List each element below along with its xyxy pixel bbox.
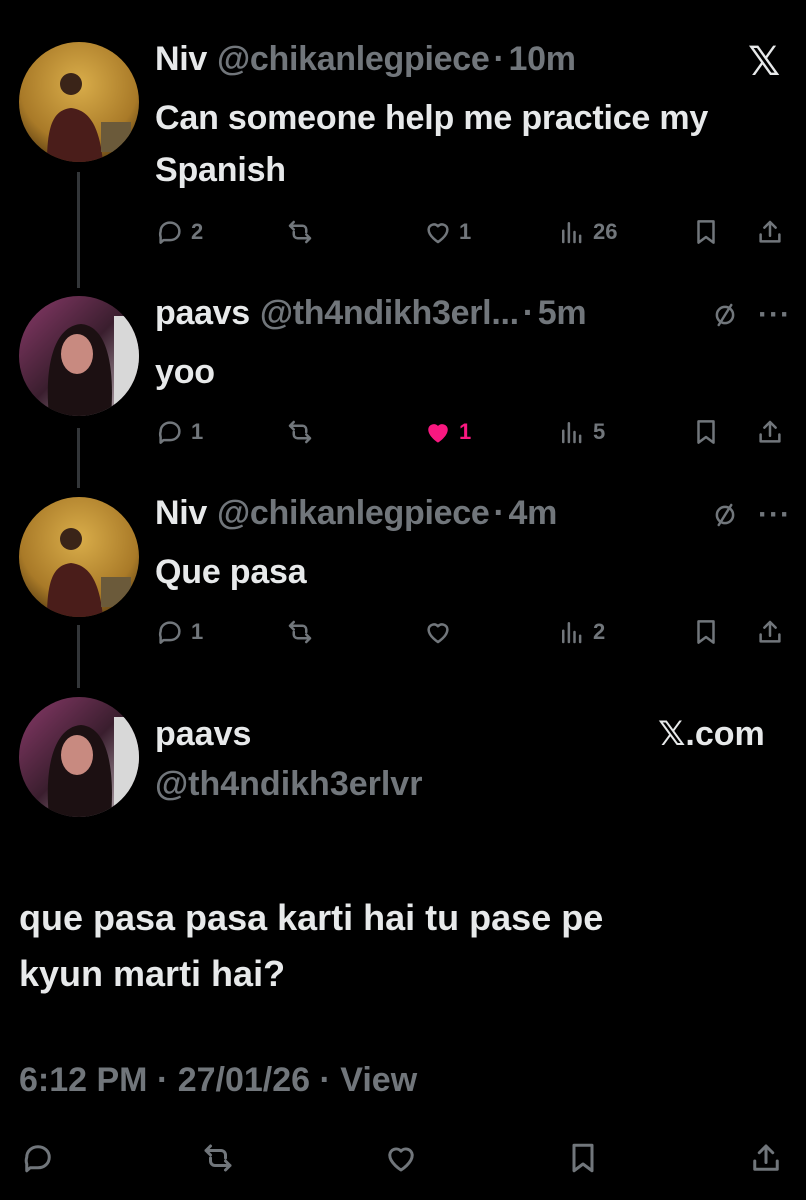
reply-icon bbox=[24, 1145, 51, 1173]
tweet-actions: 2 1 26 bbox=[155, 212, 795, 252]
views-button[interactable]: 2 bbox=[557, 612, 605, 652]
separator-dot: · bbox=[522, 294, 534, 332]
like-count: 1 bbox=[459, 419, 472, 444]
tweet-header: Niv @chikanlegpiece · 4m bbox=[155, 494, 557, 538]
repost-button[interactable] bbox=[285, 412, 315, 452]
author-name[interactable]: paavs bbox=[155, 712, 251, 756]
repost-button[interactable] bbox=[285, 612, 315, 652]
reply-button[interactable]: 2 bbox=[155, 212, 203, 252]
repost-icon bbox=[288, 220, 312, 244]
thread-line bbox=[77, 428, 80, 488]
tweet-text: que pasa pasa karti hai tu pase pe kyun … bbox=[19, 890, 789, 1002]
author-handle[interactable]: @chikanlegpiece bbox=[217, 494, 490, 533]
bookmark-icon bbox=[697, 420, 715, 444]
repost-button[interactable] bbox=[200, 1140, 236, 1181]
author-name[interactable]: paavs bbox=[155, 294, 250, 333]
tweet-text: yoo bbox=[155, 353, 215, 391]
tweet-header: paavs @th4ndikh3erl... · 5m bbox=[155, 294, 587, 338]
views-button[interactable]: 5 bbox=[557, 412, 605, 452]
source-label: 𝕏.com bbox=[658, 715, 765, 753]
thread-line bbox=[77, 172, 80, 288]
like-icon bbox=[427, 223, 449, 244]
separator-dot: · bbox=[493, 40, 505, 78]
share-icon bbox=[759, 220, 781, 243]
views-count: 5 bbox=[593, 419, 606, 444]
avatar[interactable] bbox=[19, 296, 139, 416]
like-icon bbox=[427, 623, 449, 644]
repost-button[interactable] bbox=[285, 212, 315, 252]
bookmark-icon bbox=[697, 220, 715, 244]
share-button[interactable] bbox=[748, 1140, 784, 1181]
views-icon bbox=[562, 222, 582, 244]
reply-icon bbox=[158, 421, 181, 444]
reply-button[interactable]: 1 bbox=[155, 412, 203, 452]
views-count: 2 bbox=[593, 619, 606, 644]
tweet-meta: 6:12 PM · 27/01/26 · View bbox=[19, 1061, 418, 1099]
avatar[interactable] bbox=[19, 497, 139, 617]
tweet-text-line: kyun marti hai? bbox=[19, 953, 286, 994]
reply-count: 2 bbox=[191, 219, 204, 244]
avatar[interactable] bbox=[19, 42, 139, 162]
like-button[interactable] bbox=[383, 1140, 419, 1181]
views-button[interactable]: 26 bbox=[557, 212, 617, 252]
author-handle[interactable]: @th4ndikh3erlvr bbox=[155, 762, 422, 806]
tweet-actions: 1 2 bbox=[155, 612, 795, 652]
bookmark-icon bbox=[572, 1143, 594, 1173]
author-name[interactable]: Niv bbox=[155, 494, 207, 533]
author-handle[interactable]: @th4ndikh3erl... bbox=[260, 294, 519, 333]
bookmark-icon bbox=[697, 620, 715, 644]
reply-icon bbox=[158, 221, 181, 244]
share-icon bbox=[753, 1144, 779, 1171]
like-button[interactable]: 1 bbox=[423, 212, 471, 252]
thread-line bbox=[77, 625, 80, 688]
mute-icon[interactable] bbox=[710, 500, 740, 535]
more-icon[interactable]: ··· bbox=[758, 498, 791, 532]
views-icon bbox=[562, 622, 582, 644]
x-logo[interactable]: 𝕏 bbox=[748, 38, 780, 86]
reply-button[interactable] bbox=[20, 1140, 56, 1181]
repost-icon bbox=[204, 1144, 232, 1172]
avatar[interactable] bbox=[19, 697, 139, 817]
like-icon bbox=[388, 1147, 414, 1172]
reply-count: 1 bbox=[191, 619, 204, 644]
bookmark-button[interactable] bbox=[691, 612, 721, 652]
mute-icon[interactable] bbox=[710, 300, 740, 335]
like-button[interactable]: 1 bbox=[423, 412, 471, 452]
tweet-text: Que pasa bbox=[155, 553, 307, 591]
tweet-actions: 1 1 5 bbox=[155, 412, 795, 452]
like-count: 1 bbox=[459, 219, 472, 244]
separator-dot: · bbox=[493, 494, 505, 532]
reply-icon bbox=[158, 621, 181, 644]
author-name[interactable]: Niv bbox=[155, 40, 207, 79]
tweet-text: Can someone help me practice my Spanish bbox=[155, 99, 709, 189]
timestamp[interactable]: 5m bbox=[538, 294, 587, 333]
timestamp[interactable]: 4m bbox=[508, 494, 557, 533]
views-count: 26 bbox=[593, 219, 618, 244]
share-icon bbox=[759, 420, 781, 443]
repost-icon bbox=[288, 420, 312, 444]
bookmark-button[interactable] bbox=[691, 412, 721, 452]
share-button[interactable] bbox=[755, 412, 785, 452]
share-button[interactable] bbox=[755, 612, 785, 652]
views-icon bbox=[562, 422, 582, 444]
reply-button[interactable]: 1 bbox=[155, 612, 203, 652]
more-icon[interactable]: ··· bbox=[758, 298, 791, 332]
bookmark-button[interactable] bbox=[565, 1140, 601, 1181]
author-handle[interactable]: @chikanlegpiece bbox=[217, 40, 490, 79]
reply-count: 1 bbox=[191, 419, 204, 444]
bookmark-button[interactable] bbox=[691, 212, 721, 252]
tweet-header: Niv @chikanlegpiece · 10m bbox=[155, 40, 576, 84]
like-icon-filled bbox=[428, 424, 448, 443]
repost-icon bbox=[288, 620, 312, 644]
timestamp[interactable]: 10m bbox=[508, 40, 575, 79]
share-button[interactable] bbox=[755, 212, 785, 252]
like-button[interactable] bbox=[423, 612, 459, 652]
share-icon bbox=[759, 620, 781, 643]
tweet-text-line: que pasa pasa karti hai tu pase pe bbox=[19, 897, 604, 938]
